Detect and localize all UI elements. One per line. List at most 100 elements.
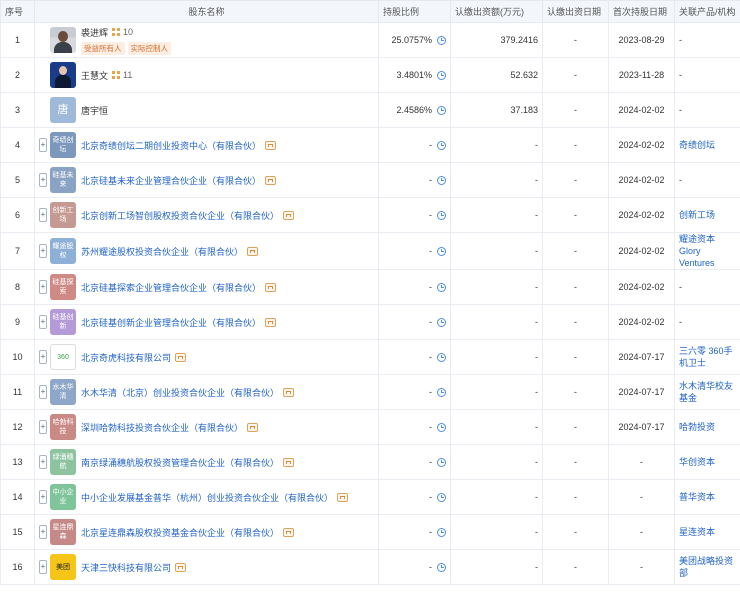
holding-structure-icon[interactable] — [283, 210, 295, 220]
history-clock-icon[interactable] — [437, 210, 446, 220]
expand-button[interactable]: + — [39, 244, 47, 258]
expand-button[interactable]: + — [39, 490, 47, 504]
header-capital[interactable]: 认缴出资额(万元) — [450, 0, 543, 23]
shareholder-name-link[interactable]: 水木华清（北京）创业投资合伙企业（有限合伙） — [81, 386, 279, 399]
role-tag[interactable]: 受益所有人 — [81, 41, 125, 55]
related-product-link[interactable]: 创新工场 — [679, 210, 715, 220]
header-sub-date[interactable]: 认缴出资日期 — [542, 0, 609, 23]
expand-button[interactable]: + — [39, 420, 47, 434]
shareholder-name-link[interactable]: 北京硅基创新企业管理合伙企业（有限合伙） — [81, 316, 261, 329]
shareholder-name-link[interactable]: 苏州耀途股权投资合伙企业（有限合伙） — [81, 245, 243, 258]
ratio-cell: - — [378, 479, 451, 515]
ratio-cell: - — [378, 374, 451, 410]
first-holding-date: 2024-02-02 — [608, 197, 675, 233]
expand-button[interactable]: + — [39, 315, 47, 329]
row-index: 4 — [0, 127, 35, 163]
shareholder-name-link[interactable]: 南京绿涌穗航股权投资管理合伙企业（有限合伙） — [81, 456, 279, 469]
related-product-link[interactable]: 哈勃投资 — [679, 422, 715, 432]
header-first-date[interactable]: 首次持股日期 — [608, 0, 675, 23]
holding-structure-icon[interactable] — [265, 317, 277, 327]
related-product-link[interactable]: 耀途资本 Glory Ventures — [679, 234, 715, 268]
header-index: 序号 — [0, 0, 35, 23]
holding-structure-icon[interactable] — [265, 175, 277, 185]
shareholder-name-link[interactable]: 北京硅基探索企业管理合伙企业（有限合伙） — [81, 281, 261, 294]
ratio-value: - — [429, 457, 432, 467]
table-row: 11 + 水木华清 水木华清（北京）创业投资合伙企业（有限合伙） - - -2024-07-… — [0, 374, 740, 410]
shareholder-name-link[interactable]: 北京奇绩创坛二期创业投资中心（有限合伙） — [81, 139, 261, 152]
related-product-link[interactable]: 奇绩创坛 — [679, 140, 715, 150]
history-clock-icon[interactable] — [437, 140, 446, 150]
holding-structure-icon[interactable] — [247, 422, 259, 432]
shareholder-name-link[interactable]: 裘进辉 — [81, 26, 108, 39]
company-logo: 硅基未来 — [50, 167, 76, 193]
history-clock-icon[interactable] — [437, 317, 446, 327]
related-companies-icon[interactable] — [112, 70, 121, 80]
role-tag[interactable]: 实际控制人 — [127, 41, 171, 55]
capital-value: - — [450, 374, 543, 410]
holding-structure-icon[interactable] — [247, 246, 259, 256]
holding-structure-icon[interactable] — [175, 562, 187, 572]
shareholder-cell: 裘进辉 10 受益所有人 实际控制人 — [34, 22, 379, 58]
history-clock-icon[interactable] — [437, 387, 446, 397]
expand-button[interactable]: + — [39, 173, 47, 187]
shareholder-name-link[interactable]: 王慧文 — [81, 69, 108, 82]
expand-button[interactable]: + — [39, 350, 47, 364]
history-clock-icon[interactable] — [437, 352, 446, 362]
header-related: 关联产品/机构 — [674, 0, 740, 23]
holding-structure-icon[interactable] — [283, 527, 295, 537]
history-clock-icon[interactable] — [437, 35, 446, 45]
holding-structure-icon[interactable] — [175, 352, 187, 362]
history-clock-icon[interactable] — [437, 562, 446, 572]
table-row: 1 裘进辉 10 受益所有人 实际控制人 25.0757% 379.2416-2023-08… — [0, 22, 740, 58]
related-product-link[interactable]: 星连资本 — [679, 527, 715, 537]
header-ratio[interactable]: 持股比例 — [378, 0, 451, 23]
avatar: 唐 — [50, 97, 76, 123]
related-count[interactable]: 10 — [123, 27, 133, 37]
expand-button[interactable]: + — [39, 455, 47, 469]
ratio-value: 3.4801% — [396, 70, 432, 80]
expand-button[interactable]: + — [39, 208, 47, 222]
shareholder-name-link[interactable]: 北京星连鼎森股权投资基金合伙企业（有限合伙） — [81, 526, 279, 539]
shareholder-name-link[interactable]: 唐宇恒 — [81, 104, 108, 117]
expand-button[interactable]: + — [39, 280, 47, 294]
holding-structure-icon[interactable] — [283, 387, 295, 397]
shareholder-name-link[interactable]: 北京创新工场智创股权投资合伙企业（有限合伙） — [81, 209, 279, 222]
related-product-link[interactable]: 三六零 360手机卫士 — [679, 346, 733, 368]
shareholder-name-link[interactable]: 天津三快科技有限公司 — [81, 561, 171, 574]
related-product-link[interactable]: 美团战略投资部 — [679, 556, 733, 578]
expand-button[interactable]: + — [39, 525, 47, 539]
table-header: 序号 股东名称 持股比例 认缴出资额(万元) 认缴出资日期 首次持股日期 关联产… — [0, 0, 740, 23]
related-count[interactable]: 11 — [123, 70, 132, 80]
related-product-link[interactable]: 华创资本 — [679, 457, 715, 467]
shareholder-name-link[interactable]: 北京硅基未来企业管理合伙企业（有限合伙） — [81, 174, 261, 187]
row-index: 8 — [0, 269, 35, 305]
related-product-link[interactable]: 水木清华校友基金 — [679, 381, 733, 403]
history-clock-icon[interactable] — [437, 105, 446, 115]
related-product-cell: - — [674, 162, 740, 198]
history-clock-icon[interactable] — [437, 282, 446, 292]
holding-structure-icon[interactable] — [265, 140, 277, 150]
history-clock-icon[interactable] — [437, 527, 446, 537]
holding-structure-icon[interactable] — [283, 457, 295, 467]
first-holding-date: 2023-11-28 — [608, 57, 675, 93]
expand-button[interactable]: + — [39, 138, 47, 152]
history-clock-icon[interactable] — [437, 175, 446, 185]
history-clock-icon[interactable] — [437, 457, 446, 467]
history-clock-icon[interactable] — [437, 70, 446, 80]
history-clock-icon[interactable] — [437, 422, 446, 432]
holding-structure-icon[interactable] — [265, 282, 277, 292]
history-clock-icon[interactable] — [437, 246, 446, 256]
expand-button[interactable]: + — [39, 385, 47, 399]
shareholder-name-link[interactable]: 中小企业发展基金普华（杭州）创业投资合伙企业（有限合伙） — [81, 491, 333, 504]
table-row: 8 + 硅基探索 北京硅基探索企业管理合伙企业（有限合伙） - - -2024-02-02- — [0, 269, 740, 305]
expand-button[interactable]: + — [39, 560, 47, 574]
related-product-cell: 创新工场 — [674, 197, 740, 233]
capital-value: - — [450, 549, 543, 585]
holding-structure-icon[interactable] — [337, 492, 349, 502]
row-index: 16 — [0, 549, 35, 585]
history-clock-icon[interactable] — [437, 492, 446, 502]
related-companies-icon[interactable] — [112, 27, 121, 37]
shareholder-name-link[interactable]: 深圳哈勃科技投资合伙企业（有限合伙） — [81, 421, 243, 434]
shareholder-name-link[interactable]: 北京奇虎科技有限公司 — [81, 351, 171, 364]
related-product-link[interactable]: 普华资本 — [679, 492, 715, 502]
